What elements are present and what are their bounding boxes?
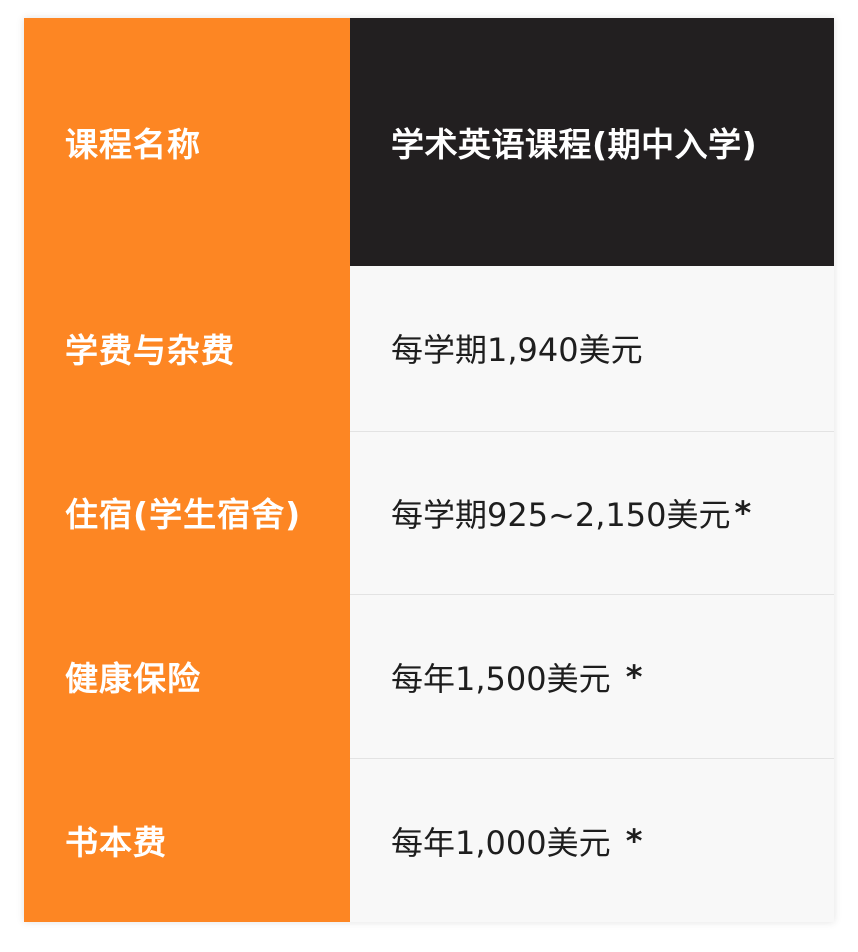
row-label-books: 书本费 [65, 823, 167, 863]
row-value-text: 每年1,000美元 [391, 823, 611, 862]
asterisk-note-marker: * [734, 493, 752, 532]
row-value-insurance: 每年1,500美元 * [350, 594, 834, 759]
value-column: 学术英语课程(期中入学) 每学期1,940美元 每学期925~2,150美元 * … [350, 18, 834, 922]
row-label-insurance: 健康保险 [65, 659, 201, 699]
info-table: 课程名称 学费与杂费 住宿(学生宿舍) 健康保险 书本费 学术英语课程(期中入学… [24, 18, 834, 922]
row-label-tuition: 学费与杂费 [65, 331, 235, 371]
header-value: 学术英语课程(期中入学) [350, 18, 834, 266]
header-label: 课程名称 [65, 124, 201, 164]
row-value-text: 每年1,500美元 [391, 659, 611, 698]
asterisk-note-marker: * [614, 821, 643, 860]
row-value-housing: 每学期925~2,150美元 * [350, 430, 834, 595]
row-value-text: 每学期1,940美元 [391, 331, 643, 370]
asterisk-note-marker: * [614, 657, 643, 696]
label-column: 课程名称 学费与杂费 住宿(学生宿舍) 健康保险 书本费 [24, 18, 350, 922]
row-value-tuition: 每学期1,940美元 [350, 265, 834, 431]
row-value-books: 每年1,000美元 * [350, 758, 834, 922]
row-label-housing: 住宿(学生宿舍) [65, 495, 302, 535]
row-value-text: 每学期925~2,150美元 [391, 495, 731, 534]
